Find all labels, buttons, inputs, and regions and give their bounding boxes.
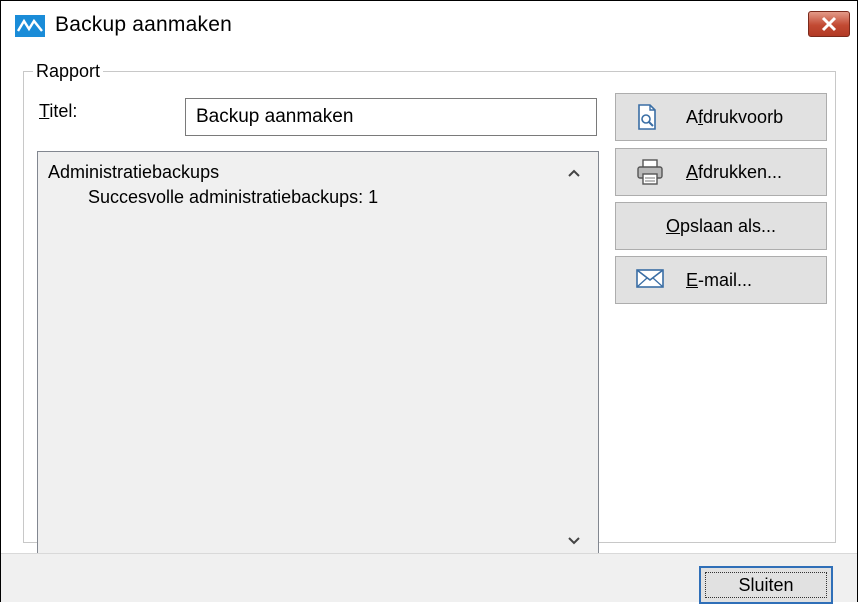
print-preview-button[interactable]: Afdrukvoorb: [615, 93, 827, 141]
window-close-button[interactable]: [808, 11, 850, 37]
close-icon: [821, 16, 837, 32]
scroll-down-icon[interactable]: [566, 534, 582, 548]
report-line: Succesvolle administratiebackups: 1: [88, 187, 379, 207]
print-label-post: fdrukken...: [698, 162, 783, 182]
email-button[interactable]: E-mail...: [615, 256, 827, 304]
print-preview-label: Afdrukvoorb: [686, 107, 783, 128]
print-label-mnemonic: A: [686, 162, 699, 182]
print-button[interactable]: Afdrukken...: [615, 148, 827, 196]
app-logo-icon: [15, 15, 45, 37]
envelope-icon: [636, 269, 664, 288]
printer-icon: [637, 159, 663, 185]
email-label-mnemonic: E: [686, 270, 699, 290]
report-heading: Administratiebackups: [48, 162, 220, 182]
print-label: Afdrukken...: [686, 162, 782, 183]
report-text-area[interactable]: Administratiebackups Succesvolle adminis…: [37, 151, 599, 559]
close-button[interactable]: Sluiten: [699, 566, 833, 604]
save-as-label-mnemonic: O: [665, 216, 680, 236]
save-as-label: Opslaan als...: [616, 216, 826, 237]
title-label-rest: itel:: [49, 101, 78, 121]
close-button-label: Sluiten: [738, 575, 794, 595]
print-preview-label-post: drukvoorb: [703, 107, 784, 127]
print-preview-label-pre: A: [686, 107, 699, 127]
save-as-button[interactable]: Opslaan als...: [615, 202, 827, 250]
print-preview-icon: [638, 104, 656, 130]
email-label-post: -mail...: [698, 270, 753, 290]
title-input[interactable]: [185, 98, 597, 136]
dialog-content: Rapport Titel: Administratiebackups Succ…: [1, 49, 857, 559]
dialog-footer: Sluiten: [1, 553, 857, 604]
title-label-mnemonic: T: [39, 101, 50, 121]
save-as-label-post: pslaan als...: [679, 216, 777, 236]
dialog-window: Backup aanmaken Rapport Titel: Administr…: [0, 0, 858, 604]
email-label: E-mail...: [686, 270, 752, 291]
title-label: Titel:: [39, 101, 77, 122]
window-title: Backup aanmaken: [55, 13, 232, 36]
group-label: Rapport: [33, 61, 104, 82]
title-bar[interactable]: Backup aanmaken: [1, 1, 857, 49]
scroll-up-icon[interactable]: [566, 166, 582, 180]
